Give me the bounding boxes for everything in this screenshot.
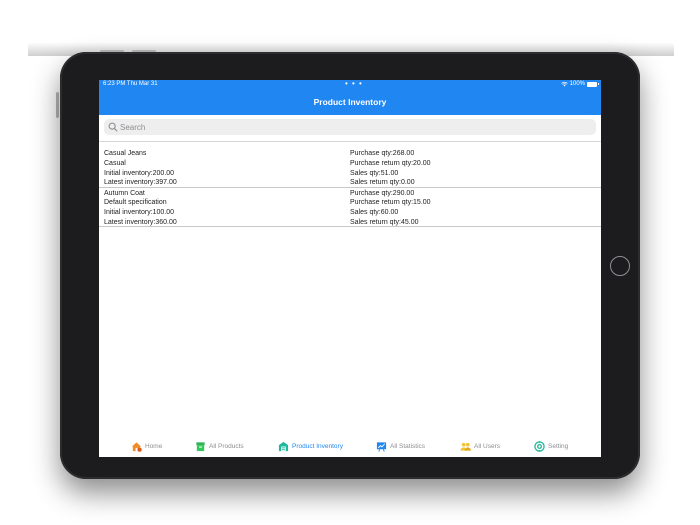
tab-all-users[interactable]: All Users xyxy=(460,440,500,452)
box-icon xyxy=(196,441,205,451)
product-spec: Casual xyxy=(104,159,126,167)
list-item[interactable]: Autumn Coat Default specification Initia… xyxy=(99,188,601,228)
search-icon xyxy=(108,122,118,132)
search-divider xyxy=(99,141,601,142)
product-quantities: Purchase qty:268.00 Purchase return qty:… xyxy=(350,149,431,188)
battery-icon xyxy=(587,81,599,87)
tab-label: Home xyxy=(145,442,163,450)
inventory-list: Casual Jeans Casual Initial inventory:20… xyxy=(99,148,601,227)
app-screen: 6:23 PM Thu Mar 31 • • • 100% Product In… xyxy=(99,80,601,457)
tab-label: All Products xyxy=(209,442,244,450)
tab-home[interactable]: Home xyxy=(131,440,162,452)
sales-qty: Sales qty:60.00 xyxy=(350,209,399,217)
chart-icon xyxy=(376,441,387,452)
wifi-icon xyxy=(560,81,568,87)
search-input[interactable] xyxy=(120,122,580,132)
search-bar[interactable] xyxy=(104,119,596,135)
multitask-dots[interactable]: • • • xyxy=(345,80,363,88)
sales-qty: Sales qty:51.00 xyxy=(350,169,399,177)
initial-inventory: Initial inventory:200.00 xyxy=(104,169,175,177)
purchase-qty: Purchase qty:290.00 xyxy=(350,189,415,197)
purchase-return-qty: Purchase return qty:20.00 xyxy=(350,159,431,167)
tab-setting[interactable]: Setting xyxy=(534,440,568,452)
battery-percent: 100% xyxy=(569,81,585,87)
home-icon xyxy=(131,441,142,452)
product-name: Autumn Coat xyxy=(104,189,145,197)
tab-all-products[interactable]: All Products xyxy=(195,440,244,452)
purchase-return-qty: Purchase return qty:15.00 xyxy=(350,199,431,207)
status-indicators: 100% xyxy=(560,81,599,87)
tab-label: All Users xyxy=(474,442,501,450)
initial-inventory: Initial inventory:100.00 xyxy=(104,209,175,217)
status-time: 6:23 PM Thu Mar 31 xyxy=(103,81,158,87)
home-button[interactable] xyxy=(610,256,630,276)
tab-all-statistics[interactable]: All Statistics xyxy=(376,440,425,452)
list-item[interactable]: Casual Jeans Casual Initial inventory:20… xyxy=(99,148,601,188)
product-info: Casual Jeans Casual Initial inventory:20… xyxy=(104,149,177,188)
tab-label: Setting xyxy=(548,442,569,450)
tab-product-inventory[interactable]: Product Inventory xyxy=(278,440,343,452)
warehouse-icon xyxy=(278,441,289,451)
product-quantities: Purchase qty:290.00 Purchase return qty:… xyxy=(350,189,431,228)
power-button xyxy=(56,92,59,118)
users-icon xyxy=(460,442,471,451)
latest-inventory: Latest inventory:360.00 xyxy=(104,218,177,226)
product-info: Autumn Coat Default specification Initia… xyxy=(104,189,177,228)
product-spec: Default specification xyxy=(104,199,167,207)
sales-return-qty: Sales return qty:45.00 xyxy=(350,218,419,226)
tab-label: All Statistics xyxy=(390,442,426,450)
navigation-bar: 6:23 PM Thu Mar 31 • • • 100% Product In… xyxy=(99,80,601,115)
purchase-qty: Purchase qty:268.00 xyxy=(350,150,415,157)
gear-icon xyxy=(534,440,545,452)
page-title: Product Inventory xyxy=(313,97,387,107)
product-name: Casual Jeans xyxy=(104,150,147,157)
tab-label: Product Inventory xyxy=(292,442,343,450)
tab-bar: Home All Products Product Inventory All … xyxy=(99,436,601,457)
